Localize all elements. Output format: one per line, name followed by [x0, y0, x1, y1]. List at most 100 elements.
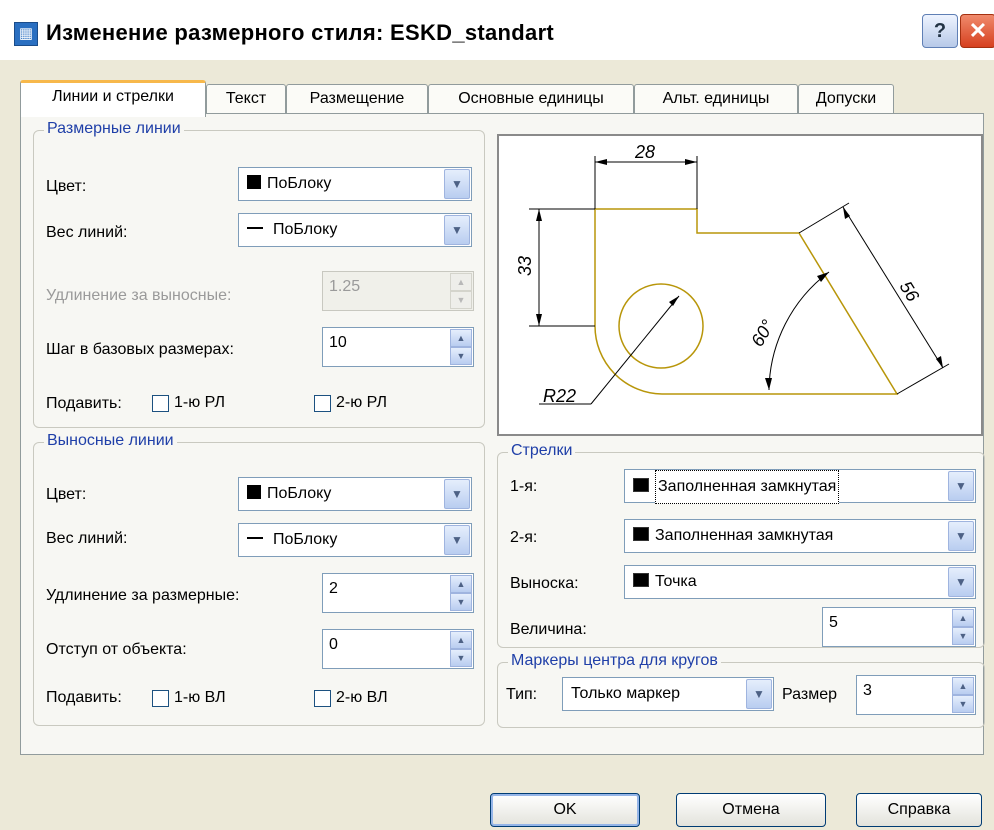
dim-color-select[interactable]: ПоБлоку ▼	[238, 167, 472, 201]
tab-tolerances[interactable]: Допуски	[798, 84, 894, 113]
suppress-ext-line-1-checkbox[interactable]: 1-ю ВЛ	[152, 689, 226, 707]
checkbox-box[interactable]	[152, 689, 169, 707]
tab-text[interactable]: Текст	[206, 84, 286, 113]
spin-up-icon[interactable]: ▲	[450, 329, 472, 347]
center-type-select[interactable]: Только маркер ▼	[562, 677, 774, 711]
window-title: Изменение размерного стиля: ESKD_standar…	[46, 20, 555, 45]
tab-alt-units[interactable]: Альт. единицы	[634, 84, 798, 113]
ok-button[interactable]: OK	[490, 793, 640, 827]
arrow-leader-value: Точка	[655, 573, 697, 590]
arrow-size-label: Величина:	[510, 621, 587, 638]
dot-arrow-icon	[633, 573, 649, 587]
dim-weight-value: ПоБлоку	[273, 221, 338, 238]
arrow-first-label: 1-я:	[510, 478, 538, 495]
checkbox-label: 1-ю ВЛ	[174, 689, 226, 706]
dim-r22-label: R22	[543, 386, 576, 406]
spin-up-icon[interactable]: ▲	[952, 609, 974, 627]
app-icon: ▦	[14, 22, 38, 46]
tab-lines-arrows[interactable]: Линии и стрелки	[20, 80, 206, 117]
dim-baseline-spinner[interactable]: 10 ▲ ▼	[322, 327, 474, 367]
ext-suppress-label: Подавить:	[46, 689, 122, 706]
dim-extend-spinner[interactable]: 1.25 ▲ ▼	[322, 271, 474, 311]
dim-extend-value: 1.25	[329, 278, 361, 295]
dim-baseline-label: Шаг в базовых размерах:	[46, 341, 234, 358]
ext-offset-value: 0	[329, 636, 338, 653]
ext-weight-label: Вес линий:	[46, 530, 128, 547]
spin-down-icon[interactable]: ▼	[952, 627, 974, 645]
ext-offset-spinner[interactable]: 0 ▲ ▼	[322, 629, 474, 669]
dim-weight-select[interactable]: ПоБлоку ▼	[238, 213, 472, 247]
close-button[interactable]: ✕	[960, 14, 994, 48]
cancel-button[interactable]: Отмена	[676, 793, 826, 827]
arrow-second-label: 2-я:	[510, 529, 538, 546]
dim-lines-group: Размерные линии Цвет: ПоБлоку ▼ Вес лини…	[33, 120, 485, 428]
center-size-label: Размер	[782, 686, 837, 703]
ext-extend-label: Удлинение за размерные:	[46, 587, 240, 604]
title-bar[interactable]: ▦ Изменение размерного стиля: ESKD_stand…	[0, 0, 994, 60]
arrow-first-select[interactable]: Заполненная замкнутая ▼	[624, 469, 976, 504]
spin-down-icon[interactable]: ▼	[450, 347, 472, 365]
dim-28-label: 28	[634, 142, 655, 162]
spin-up-icon[interactable]: ▲	[450, 273, 472, 291]
checkbox-box[interactable]	[152, 394, 169, 412]
center-type-value: Только маркер	[571, 685, 681, 702]
arrow-first-value: Заполненная замкнутая	[655, 470, 840, 504]
suppress-ext-line-2-checkbox[interactable]: 2-ю ВЛ	[314, 689, 388, 707]
arrow-size-spinner[interactable]: 5 ▲ ▼	[822, 607, 976, 647]
dim-weight-label: Вес линий:	[46, 224, 128, 241]
spin-up-icon[interactable]: ▲	[450, 575, 472, 593]
spin-down-icon[interactable]: ▼	[952, 695, 974, 713]
chevron-down-icon[interactable]: ▼	[444, 169, 470, 199]
checkbox-label: 1-ю РЛ	[174, 394, 225, 411]
line-weight-icon	[247, 227, 263, 229]
ext-lines-group: Выносные линии Цвет: ПоБлоку ▼ Вес линий…	[33, 432, 485, 726]
center-size-spinner[interactable]: 3 ▲ ▼	[856, 675, 976, 715]
suppress-dim-line-1-checkbox[interactable]: 1-ю РЛ	[152, 394, 225, 412]
chevron-down-icon[interactable]: ▼	[746, 679, 772, 709]
line-weight-icon	[247, 537, 263, 539]
help-title-button[interactable]: ?	[922, 14, 958, 48]
help-button[interactable]: Справка	[856, 793, 982, 827]
checkbox-label: 2-ю ВЛ	[336, 689, 388, 706]
ext-lines-title: Выносные линии	[44, 432, 177, 450]
dim-lines-title: Размерные линии	[44, 120, 184, 138]
arrow-second-select[interactable]: Заполненная замкнутая ▼	[624, 519, 976, 553]
checkbox-box[interactable]	[314, 689, 331, 707]
chevron-down-icon[interactable]: ▼	[444, 479, 470, 509]
dim-extend-label: Удлинение за выносные:	[46, 287, 232, 304]
suppress-dim-line-2-checkbox[interactable]: 2-ю РЛ	[314, 394, 387, 412]
dim-color-value: ПоБлоку	[267, 175, 332, 192]
ext-offset-label: Отступ от объекта:	[46, 641, 187, 658]
chevron-down-icon[interactable]: ▼	[948, 521, 974, 551]
dimension-preview: 28 33 56 60° R22	[497, 134, 983, 436]
spin-down-icon[interactable]: ▼	[450, 649, 472, 667]
chevron-down-icon[interactable]: ▼	[444, 215, 470, 245]
ext-weight-select[interactable]: ПоБлоку ▼	[238, 523, 472, 557]
dim-60-label: 60°	[747, 316, 778, 350]
spin-down-icon[interactable]: ▼	[450, 593, 472, 611]
part-outline	[594, 208, 899, 395]
chevron-down-icon[interactable]: ▼	[948, 471, 974, 501]
color-swatch-icon	[247, 485, 261, 499]
tab-primary-units[interactable]: Основные единицы	[428, 84, 634, 113]
spin-up-icon[interactable]: ▲	[952, 677, 974, 695]
chevron-down-icon[interactable]: ▼	[948, 567, 974, 597]
ext-extend-spinner[interactable]: 2 ▲ ▼	[322, 573, 474, 613]
filled-arrow-icon	[633, 478, 649, 492]
ext-color-select[interactable]: ПоБлоку ▼	[238, 477, 472, 511]
color-swatch-icon	[247, 175, 261, 189]
center-marks-title: Маркеры центра для кругов	[508, 652, 721, 670]
center-type-label: Тип:	[506, 686, 538, 703]
dim-color-label: Цвет:	[46, 178, 87, 195]
dim-33-label: 33	[515, 256, 535, 276]
ext-color-label: Цвет:	[46, 486, 87, 503]
arrow-leader-select[interactable]: Точка ▼	[624, 565, 976, 599]
spin-up-icon[interactable]: ▲	[450, 631, 472, 649]
checkbox-box[interactable]	[314, 394, 331, 412]
dim-56-label: 56	[896, 278, 924, 306]
tab-placement[interactable]: Размещение	[286, 84, 428, 113]
chevron-down-icon[interactable]: ▼	[444, 525, 470, 555]
spin-down-icon[interactable]: ▼	[450, 291, 472, 309]
dimension-style-dialog: ▦ Изменение размерного стиля: ESKD_stand…	[0, 0, 994, 830]
ext-weight-value: ПоБлоку	[273, 531, 338, 548]
